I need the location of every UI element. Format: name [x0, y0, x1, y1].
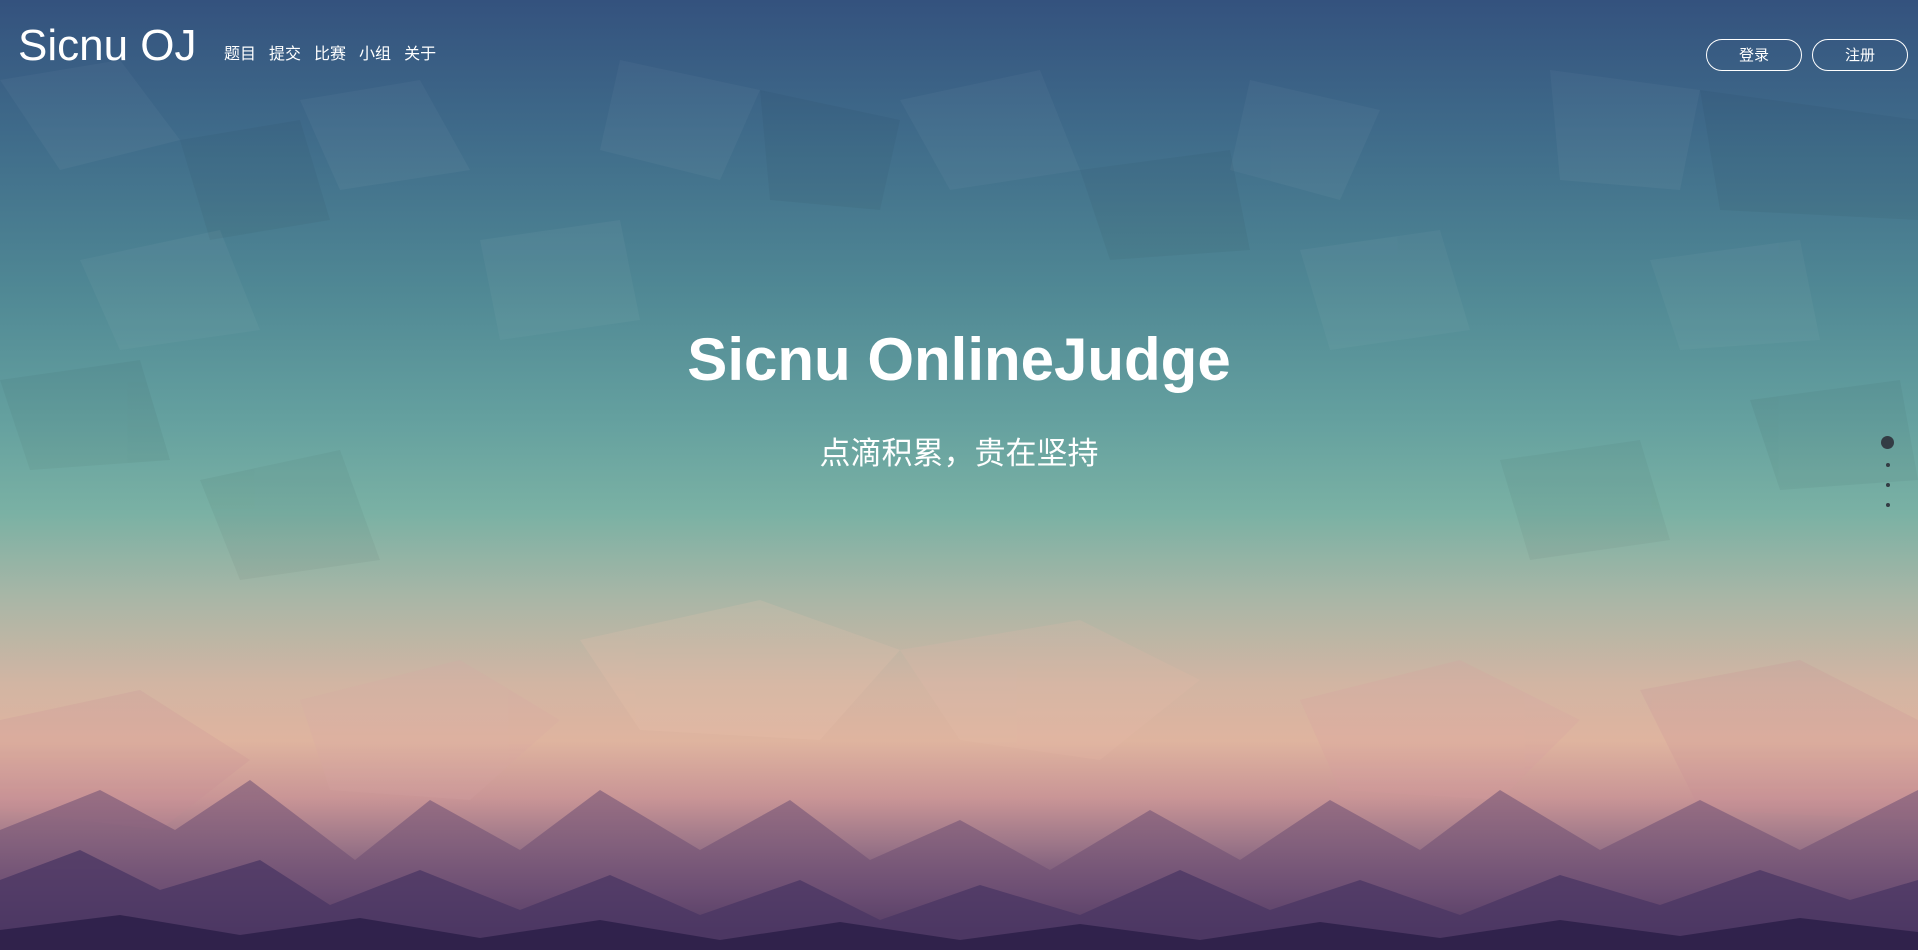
hero-subtitle: 点滴积累，贵在坚持 — [819, 436, 1099, 471]
site-logo[interactable]: Sicnu OJ — [18, 20, 197, 72]
section-dot-3[interactable] — [1886, 483, 1890, 487]
nav-link-submissions[interactable]: 提交 — [269, 45, 301, 65]
login-button[interactable]: 登录 — [1706, 39, 1802, 71]
register-button[interactable]: 注册 — [1812, 39, 1908, 71]
main-nav: 题目 提交 比赛 小组 关于 — [224, 45, 436, 65]
section-dot-4[interactable] — [1886, 503, 1890, 507]
hero-title: Sicnu OnlineJudge — [687, 326, 1231, 393]
low-poly-background — [0, 600, 1918, 950]
top-navbar: Sicnu OJ 题目 提交 比赛 小组 关于 登录 注册 — [0, 0, 1918, 100]
landing-page: Sicnu OJ 题目 提交 比赛 小组 关于 登录 注册 Sicnu Onli… — [0, 0, 1918, 950]
section-pagination — [1880, 436, 1896, 516]
section-dot-1[interactable] — [1881, 436, 1894, 449]
section-dot-2[interactable] — [1886, 463, 1890, 467]
nav-link-about[interactable]: 关于 — [404, 45, 436, 65]
auth-buttons: 登录 注册 — [1706, 39, 1908, 71]
nav-link-problems[interactable]: 题目 — [224, 45, 256, 65]
nav-link-groups[interactable]: 小组 — [359, 45, 391, 65]
nav-link-contests[interactable]: 比赛 — [314, 45, 346, 65]
